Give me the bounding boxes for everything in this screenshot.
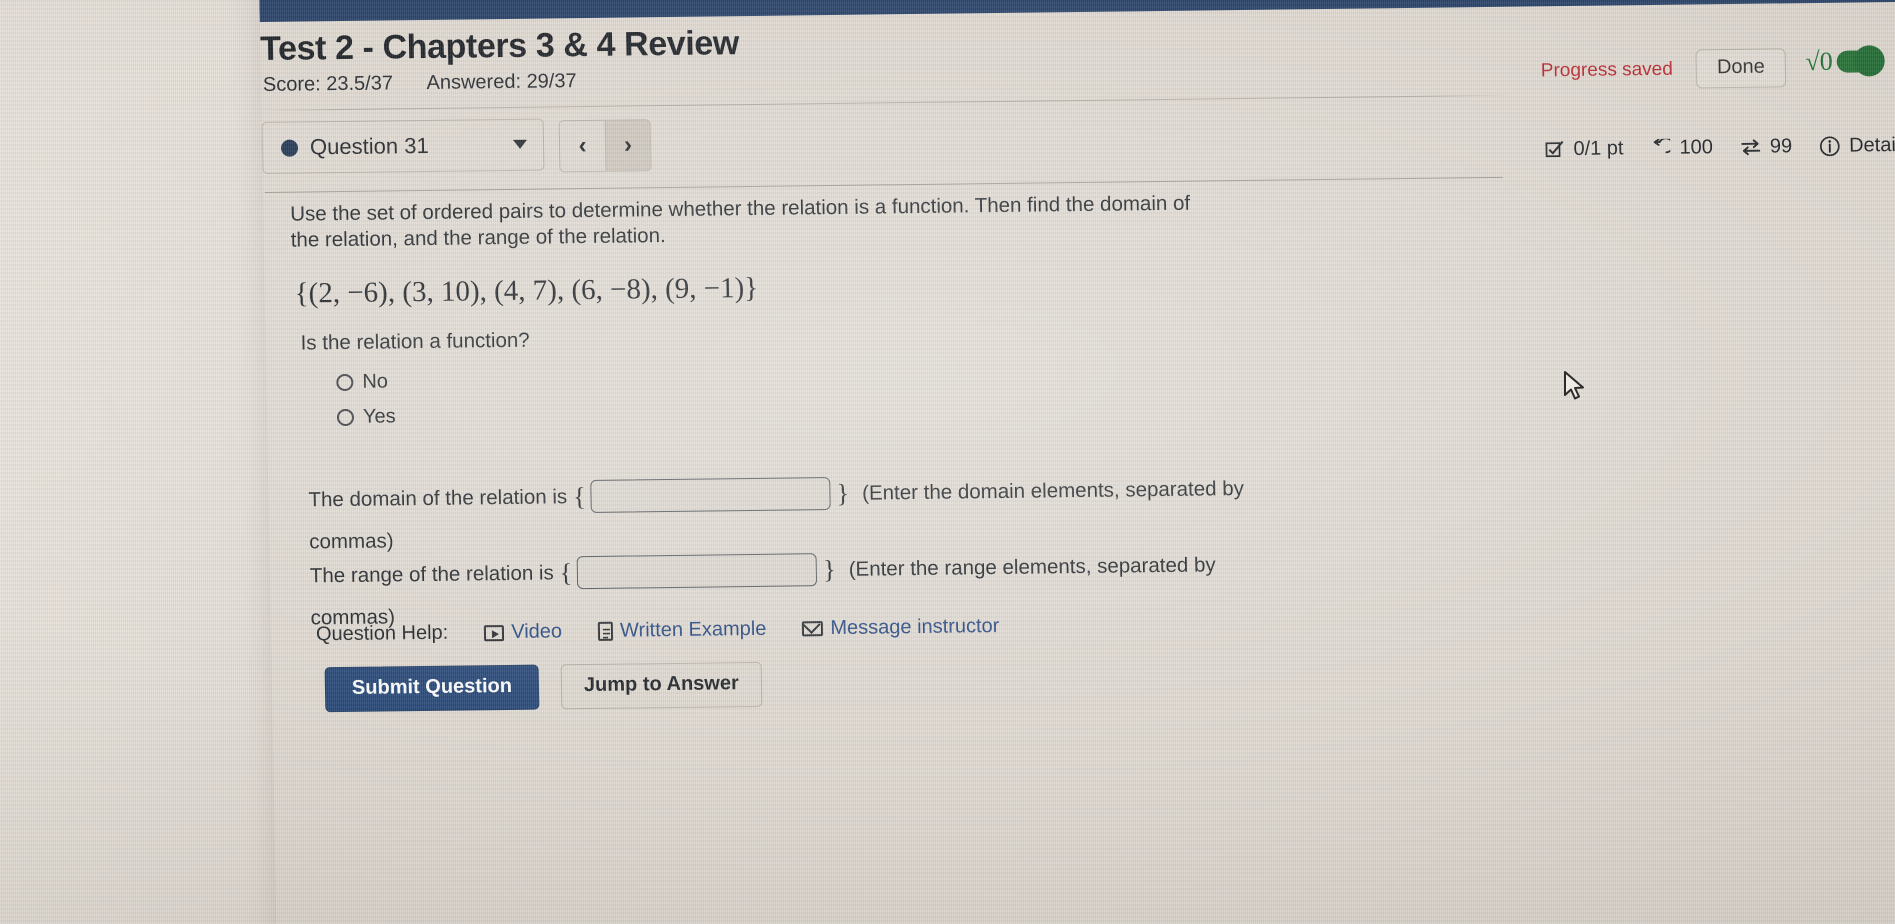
retries-label: 99	[1769, 135, 1793, 158]
progress-saved-status: Progress saved	[1540, 58, 1674, 82]
quiz-page: Test 2 - Chapters 3 & 4 Review Score: 23…	[259, 1, 1895, 924]
video-label: Video	[511, 620, 563, 643]
ordered-pairs-set: {(2, −6), (3, 10), (4, 7), (6, −8), (9, …	[294, 271, 759, 310]
domain-hint-label: (Enter the domain elements, separated by	[861, 476, 1245, 505]
sub-question-text: Is the relation a function?	[300, 328, 530, 355]
open-brace: {	[559, 557, 573, 587]
details-label[interactable]: Details	[1849, 134, 1895, 158]
radical-icon: √0	[1805, 46, 1833, 77]
info-circle-icon[interactable]	[1819, 136, 1840, 157]
question-help-label: Question Help:	[315, 621, 449, 646]
question-status-dot	[280, 139, 299, 157]
done-button[interactable]: Done	[1695, 48, 1787, 89]
written-example-label: Written Example	[619, 617, 767, 642]
message-instructor-link[interactable]: Message instructor	[802, 614, 1000, 640]
range-hint-label: (Enter the range elements, separated by	[848, 552, 1216, 581]
question-pager: ‹ ›	[558, 119, 652, 173]
choice-option-no[interactable]: No	[336, 370, 388, 394]
calculator-toggle[interactable]: √0	[1805, 45, 1885, 77]
domain-answer-block: The domain of the relation is { } (Enter…	[308, 469, 1489, 554]
question-selector[interactable]: Question 31	[261, 118, 545, 174]
screen-content: Lisa Andersen Test 2 - Chapters 3 & 4 Re…	[259, 0, 1895, 924]
close-brace: }	[822, 554, 836, 584]
mouse-arrow-cursor	[1562, 370, 1588, 409]
undo-arrow-icon	[1650, 138, 1671, 158]
points-label: 0/1 pt	[1573, 137, 1624, 160]
switch-knob	[1853, 45, 1885, 77]
score-row: Score: 23.5/37 Answered: 29/37	[263, 70, 577, 97]
choice-label: No	[362, 370, 389, 393]
play-button-icon	[484, 624, 505, 641]
prev-question-button[interactable]: ‹	[559, 120, 606, 172]
page-title: Test 2 - Chapters 3 & 4 Review	[259, 24, 740, 68]
question-nav-row: Question 31 ‹ ›	[261, 107, 1513, 186]
radio-button[interactable]	[336, 408, 355, 427]
close-brace: }	[836, 478, 850, 508]
chevron-down-icon	[512, 139, 528, 149]
message-instructor-label: Message instructor	[830, 614, 1000, 640]
photographed-screen-background: Lisa Andersen Test 2 - Chapters 3 & 4 Re…	[0, 0, 1895, 924]
jump-to-answer-button[interactable]: Jump to Answer	[560, 661, 763, 710]
score-label: Score: 23.5/37	[262, 72, 394, 96]
range-prefix-label: The range of the relation is	[309, 560, 554, 587]
domain-answer-line: The domain of the relation is { } (Enter…	[308, 469, 1489, 516]
swap-arrows-icon	[1740, 138, 1761, 157]
video-help-link[interactable]: Video	[484, 620, 562, 644]
domain-prefix-label: The domain of the relation is	[308, 484, 568, 511]
range-input[interactable]	[576, 553, 818, 590]
document-icon	[597, 621, 614, 641]
question-prompt: Use the set of ordered pairs to determin…	[290, 191, 1191, 252]
next-question-button[interactable]: ›	[604, 120, 651, 171]
envelope-icon	[802, 621, 824, 637]
written-example-link[interactable]: Written Example	[597, 617, 767, 643]
attempts-label: 100	[1679, 136, 1714, 159]
radio-button[interactable]	[336, 373, 354, 392]
submit-question-button[interactable]: Submit Question	[324, 664, 540, 713]
domain-input[interactable]	[590, 477, 831, 513]
choice-option-yes[interactable]: Yes	[336, 405, 396, 429]
calculator-switch[interactable]	[1836, 45, 1885, 77]
checkbox-checked-icon	[1545, 140, 1564, 159]
answered-label: Answered: 29/37	[426, 70, 577, 94]
question-meta-row: 0/1 pt 100 99 Details	[1545, 134, 1895, 161]
open-brace: {	[572, 481, 586, 511]
choice-label: Yes	[362, 405, 396, 428]
question-label: Question 31	[309, 132, 429, 160]
action-buttons: Submit Question Jump to Answer	[324, 661, 763, 713]
